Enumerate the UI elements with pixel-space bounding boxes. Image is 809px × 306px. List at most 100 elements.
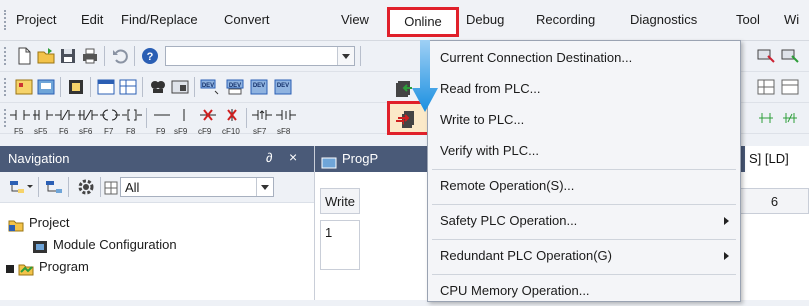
module-configuration-icon [32,239,48,253]
menu-tool[interactable]: Tool [736,11,760,29]
toolbar-grip[interactable] [4,78,8,96]
tab-program[interactable]: ProgP [315,146,378,172]
svg-text:?: ? [147,51,154,63]
menu-view[interactable]: View [341,11,369,29]
menu-item-current-connection-destination[interactable]: Current Connection Destination... [428,43,740,73]
monitor-stop-icon[interactable] [780,46,800,66]
key-label: F9 [156,127,166,136]
find-icon[interactable] [148,77,168,97]
delete-horizontal-line-icon[interactable]: cF9 [198,108,218,136]
open-folder-icon[interactable] [36,46,56,66]
parallel-open-contact-icon[interactable]: sF5 [33,108,53,136]
menu-separator [432,274,736,275]
grid-view-icon[interactable] [756,77,776,97]
editor-tab-title: S] [LD] 1St [745,146,809,192]
closed-contact-icon[interactable]: F6 [55,108,75,136]
device-change-icon[interactable]: DEV [274,77,294,97]
toolbar-separator [146,108,147,128]
chevron-down-icon[interactable] [337,47,354,65]
menu-item-read-from-plc[interactable]: Read from PLC... [396,74,740,104]
key-label: sF9 [174,127,188,136]
device-batch-icon[interactable]: DEV [200,77,220,97]
horizontal-line-icon[interactable]: F9 [152,108,172,136]
vertical-line-icon[interactable]: sF9 [174,108,194,136]
menu-window-partial[interactable]: Wi [784,11,799,29]
toolbar-separator [90,77,91,97]
program-window-icon[interactable] [14,77,34,97]
tree-item-label: Module Configuration [53,237,177,252]
device-window-icon[interactable] [36,77,56,97]
key-label: F5 [14,127,24,136]
undo-icon[interactable] [110,46,130,66]
toolbar-grip[interactable] [4,109,8,127]
toolbar-separator [360,46,361,66]
menu-online[interactable]: Online [387,7,459,37]
menu-item-redundant-plc-operation[interactable]: Redundant PLC Operation(G) [428,241,740,271]
menu-item-label: CPU Memory Operation... [440,283,590,298]
column-header-6: 6 [740,188,809,214]
menu-find-replace[interactable]: Find/Replace [121,11,198,29]
menu-item-remote-operation[interactable]: Remote Operation(S)... [428,171,740,201]
operation-result-icon[interactable] [780,108,800,128]
split-view-icon[interactable] [780,77,800,97]
menu-convert[interactable]: Convert [224,11,270,29]
expand-collapse-icon[interactable] [6,261,14,275]
gear-icon[interactable] [76,177,96,197]
menu-edit[interactable]: Edit [81,11,103,29]
menu-item-label: Safety PLC Operation... [440,213,578,228]
print-icon[interactable] [80,46,100,66]
save-icon[interactable] [58,46,78,66]
list-view-icon[interactable] [96,77,116,97]
parallel-closed-contact-icon[interactable]: sF6 [78,108,98,136]
toolbar-grip[interactable] [4,47,8,65]
toolbar-separator [194,77,195,97]
collapse-tree-icon[interactable] [44,177,64,197]
key-label: sF8 [277,127,291,136]
menu-debug[interactable]: Debug [466,11,504,29]
tree-item-program[interactable]: Program [6,256,89,278]
open-contact-icon[interactable]: F5 [10,108,30,136]
table-view-icon[interactable] [118,77,138,97]
module-icon[interactable] [66,77,86,97]
navigation-header: Navigation ∂ × [0,146,314,172]
chevron-down-icon[interactable] [256,178,273,196]
tree-item-project[interactable]: Project [8,212,69,234]
tree-view-menu-icon[interactable] [8,177,33,197]
menu-item-write-to-plc[interactable]: Write to PLC... [396,105,740,135]
toolbar-combo[interactable] [165,46,355,66]
cross-reference-icon[interactable] [170,77,190,97]
menu-diagnostics[interactable]: Diagnostics [630,11,697,29]
device-replace-icon[interactable]: DEV [250,77,270,97]
navigation-filter-select[interactable]: All [120,177,274,197]
application-instruction-icon[interactable]: F8 [122,108,142,136]
menubar-grip[interactable] [4,10,9,30]
falling-pulse-icon[interactable] [756,108,776,128]
close-icon[interactable]: × [289,149,297,165]
new-file-icon[interactable] [14,46,34,66]
menu-item-cpu-memory-operation[interactable]: CPU Memory Operation... [428,276,740,306]
parallel-rising-pulse-icon[interactable]: sF8 [276,108,296,136]
menu-project[interactable]: Project [16,11,56,29]
rising-pulse-contact-icon[interactable]: sF7 [252,108,272,136]
menu-separator [432,204,736,205]
menu-item-label: Remote Operation(S)... [440,178,575,193]
pin-icon[interactable]: ∂ [266,150,272,165]
menu-item-safety-plc-operation[interactable]: Safety PLC Operation... [428,206,740,236]
help-icon[interactable]: ? [140,46,160,66]
navigation-filter-value: All [125,180,140,195]
monitor-icon[interactable] [756,46,776,66]
menu-recording[interactable]: Recording [536,11,595,29]
submenu-arrow-icon [724,252,729,260]
menu-item-label: Read from PLC... [440,81,541,96]
coil-icon[interactable]: F7 [100,108,120,136]
tree-item-module-configuration[interactable]: Module Configuration [32,234,177,256]
key-label: sF6 [79,127,93,136]
menu-item-verify-with-plc[interactable]: Verify with PLC... [428,136,740,166]
svg-text:DEV: DEV [253,83,265,89]
navigation-toolbar: All [0,172,314,203]
delete-vertical-line-icon[interactable]: cF10 [222,108,242,136]
svg-text:DEV: DEV [202,83,214,89]
toolbar-separator [104,46,105,66]
device-list-icon[interactable]: DEV [226,77,246,97]
key-label: cF10 [222,127,240,136]
